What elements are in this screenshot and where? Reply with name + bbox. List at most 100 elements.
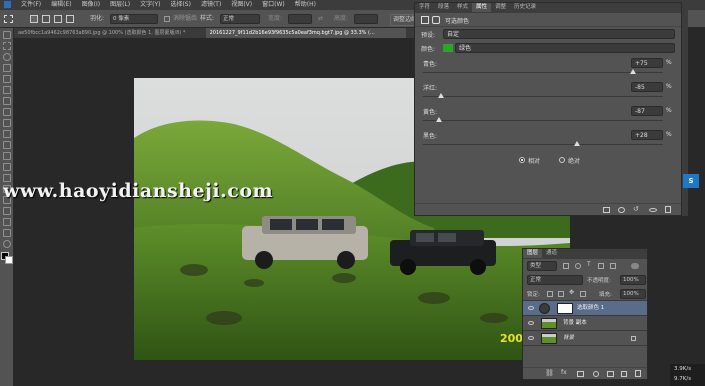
eraser-icon[interactable] [3,141,11,149]
layer-name[interactable]: 背景 副本 [563,316,587,331]
menu-file[interactable]: 文件(F) [21,0,41,10]
lock-all-icon[interactable] [580,291,586,297]
blur-tool-icon[interactable] [3,163,11,171]
layer-name[interactable]: 背景 [563,331,574,346]
slider-cyan-handle[interactable] [630,69,636,74]
filter-shape-icon[interactable] [598,263,604,269]
lasso-tool-icon[interactable] [3,53,11,61]
filter-smart-icon[interactable] [610,263,616,269]
path-select-icon[interactable] [3,207,11,215]
marquee-tool-icon[interactable] [3,42,11,50]
hand-tool-icon[interactable] [3,229,11,237]
brush-tool-icon[interactable] [3,108,11,116]
filter-toggle[interactable] [631,263,639,269]
clone-stamp-icon[interactable] [3,119,11,127]
slider-magenta-track[interactable] [423,96,663,97]
eye-icon[interactable] [528,321,534,325]
new-layer-icon[interactable] [621,371,627,377]
slider-black-value[interactable]: +28 [631,130,663,140]
marquee-tool-icon[interactable] [4,15,13,23]
menu-image[interactable]: 图像(I) [82,0,100,10]
lock-paint-icon[interactable] [558,291,564,297]
colors-select[interactable]: 绿色 [455,43,675,53]
layer-row-selective-color[interactable]: 选取颜色 1 [523,301,647,316]
filter-pixel-icon[interactable] [563,263,569,269]
menu-help[interactable]: 帮助(H) [295,0,316,10]
tab-layers[interactable]: 图层 [523,249,543,258]
delete-icon[interactable] [665,206,671,213]
color-swatches[interactable] [0,252,13,272]
background-color[interactable] [5,256,13,264]
eye-icon[interactable] [528,336,534,340]
layer-row-background[interactable]: 背景 [523,331,647,346]
method-absolute-radio[interactable] [559,157,565,163]
fill-input[interactable]: 100% [620,289,646,299]
mask-thumb[interactable] [557,303,573,314]
layer-row-background-copy[interactable]: 背景 副本 [523,316,647,331]
add-mask-icon[interactable] [577,371,584,377]
menu-select[interactable]: 选择(S) [170,0,191,10]
lock-move-icon[interactable]: ✥ [569,289,574,296]
menu-layer[interactable]: 图层(L) [110,0,130,10]
layer-name[interactable]: 选取颜色 1 [577,301,604,316]
slider-magenta-value[interactable]: -85 [631,82,663,92]
reset-icon[interactable]: ↺ [633,205,639,213]
menu-window[interactable]: 窗口(W) [262,0,285,10]
mask-icon[interactable] [432,16,440,24]
tab-history[interactable]: 历史记录 [510,3,540,12]
preset-select[interactable]: 自定 [443,29,675,39]
filter-adjust-icon[interactable] [575,263,581,269]
slider-cyan-value[interactable]: +75 [631,58,663,68]
delete-layer-icon[interactable] [635,370,641,377]
new-selection-icon[interactable] [30,15,38,23]
tab-channels[interactable]: 通道 [542,249,561,258]
width-input[interactable] [288,14,312,24]
feather-input[interactable]: 0 像素 [110,14,158,24]
doc-tab-1[interactable]: ae50fbcc1a9462c98763a890.jpg @ 100% (选取颜… [14,28,204,38]
zoom-tool-icon[interactable] [3,240,11,248]
intersect-selection-icon[interactable] [66,15,74,23]
shape-tool-icon[interactable] [3,218,11,226]
move-tool-icon[interactable] [3,31,11,39]
history-brush-icon[interactable] [3,130,11,138]
clip-to-layer-icon[interactable] [603,207,610,213]
crop-tool-icon[interactable] [3,75,11,83]
quick-select-icon[interactable] [3,64,11,72]
filter-type-icon[interactable]: T [587,261,591,268]
menu-view[interactable]: 视图(V) [231,0,252,10]
tab-character[interactable]: 字符 [415,3,434,12]
slider-black-handle[interactable] [573,141,580,146]
healing-brush-icon[interactable] [3,97,11,105]
app-icon[interactable] [4,1,11,8]
slider-black-track[interactable] [423,144,663,145]
doc-tab-2[interactable]: 20161227_9f11d2b16e93f9635c5a0eaf3mq.bgt… [205,28,406,38]
eye-icon[interactable] [528,306,534,310]
tab-adjustments[interactable]: 调整 [491,3,510,12]
swap-icon[interactable]: ⇄ [318,10,323,28]
layer-style-icon[interactable]: fx [561,369,567,376]
antialias-checkbox[interactable] [164,16,170,22]
tab-properties[interactable]: 属性 [472,3,492,12]
slider-yellow-handle[interactable] [435,117,442,122]
add-selection-icon[interactable] [42,15,50,23]
side-badge[interactable]: S [683,174,699,188]
method-relative-radio[interactable] [519,157,525,163]
opacity-input[interactable]: 100% [620,275,646,285]
eyedropper-icon[interactable] [3,86,11,94]
gradient-icon[interactable] [3,152,11,160]
height-input[interactable] [354,14,378,24]
lock-transparent-icon[interactable] [547,291,553,297]
filter-select[interactable]: 类型 [527,261,557,271]
new-group-icon[interactable] [607,371,614,377]
new-adjustment-icon[interactable] [593,371,599,377]
slider-yellow-track[interactable] [423,120,663,121]
tab-styles[interactable]: 样式 [453,3,472,12]
menu-filter[interactable]: 滤镜(T) [201,0,221,10]
slider-yellow-value[interactable]: -87 [631,106,663,116]
visibility-icon[interactable] [649,208,657,212]
tab-paragraph[interactable]: 段落 [434,3,453,12]
link-layers-icon[interactable]: ⛓ [545,369,554,377]
menu-edit[interactable]: 编辑(E) [51,0,71,10]
slider-magenta-handle[interactable] [438,93,444,98]
view-previous-icon[interactable] [618,207,625,213]
